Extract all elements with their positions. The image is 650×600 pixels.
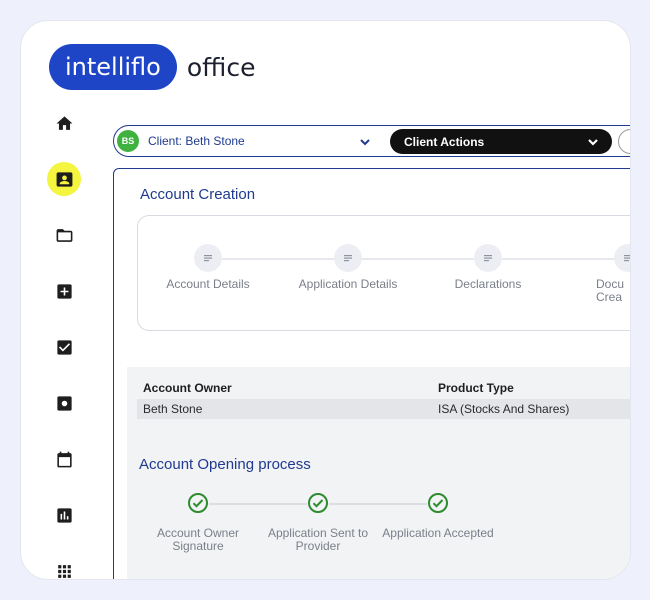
- lines-icon: [624, 255, 630, 262]
- nav-settings[interactable]: [47, 386, 81, 420]
- app-window: intelliflo office BS Client: Beth Stone …: [20, 20, 631, 580]
- logo-pill: intelliflo: [49, 44, 177, 90]
- step-connector: [222, 258, 334, 260]
- step-label: Docu Crea: [596, 277, 625, 304]
- nav-reports[interactable]: [47, 498, 81, 532]
- checkbox-icon: [56, 339, 72, 355]
- home-icon: [56, 115, 72, 130]
- chevron-down-icon: [360, 139, 370, 146]
- check-circle-icon: [307, 492, 329, 514]
- app-logo: intelliflo office: [49, 44, 255, 90]
- process-step-label: Account Owner Signature: [156, 526, 240, 553]
- client-selector-bar: BS Client: Beth Stone Client Actions: [113, 125, 630, 157]
- bar-chart-icon: [56, 507, 72, 523]
- logo-word: office: [186, 52, 256, 82]
- add-box-icon: [56, 283, 72, 299]
- column-header-owner: Account Owner: [143, 381, 232, 395]
- step-application-details[interactable]: [334, 244, 362, 272]
- contact-card-icon: [56, 171, 72, 187]
- step-declarations[interactable]: [474, 244, 502, 272]
- account-summary-area: Account Owner Product Type Beth Stone IS…: [127, 367, 630, 579]
- step-connector: [502, 258, 614, 260]
- check-circle-icon: [427, 492, 449, 514]
- client-dropdown-toggle[interactable]: [358, 135, 372, 149]
- lines-icon: [484, 255, 492, 262]
- calendar-icon: [56, 451, 72, 467]
- nav-tasks[interactable]: [47, 330, 81, 364]
- nav-contacts[interactable]: [47, 162, 81, 196]
- opening-process-title: Account Opening process: [139, 456, 311, 473]
- process-step-label: Application Accepted: [382, 526, 494, 540]
- process-connector: [329, 503, 427, 505]
- client-name[interactable]: Client: Beth Stone: [148, 134, 245, 148]
- lines-icon: [344, 255, 352, 262]
- nav-apps[interactable]: [47, 554, 81, 579]
- nav-home[interactable]: [47, 106, 81, 140]
- secondary-action-button[interactable]: [618, 129, 630, 154]
- client-actions-label: Client Actions: [404, 135, 485, 149]
- process-step-label: Application Sent to Provider: [267, 526, 369, 553]
- apps-grid-icon: [57, 564, 71, 578]
- step-label: Application Details: [298, 277, 398, 291]
- lines-icon: [204, 255, 212, 262]
- account-creation-steps: Account Details Application Details Decl…: [137, 215, 630, 331]
- step-label: Account Details: [166, 277, 250, 291]
- settings-box-icon: [56, 395, 72, 411]
- step-connector: [362, 258, 474, 260]
- nav-add[interactable]: [47, 274, 81, 308]
- check-circle-icon: [187, 492, 209, 514]
- column-header-product: Product Type: [438, 381, 514, 395]
- folder-icon: [56, 228, 72, 242]
- account-creation-panel: Account Creation Account Details Applica…: [113, 168, 630, 579]
- step-label: Declarations: [454, 277, 522, 291]
- process-connector: [209, 503, 307, 505]
- client-actions-button[interactable]: Client Actions: [390, 129, 612, 154]
- nav-calendar[interactable]: [47, 442, 81, 476]
- step-documents[interactable]: [614, 244, 630, 272]
- product-type-value: ISA (Stocks And Shares): [438, 402, 570, 416]
- account-creation-title: Account Creation: [140, 186, 256, 203]
- account-owner-value: Beth Stone: [143, 402, 203, 416]
- nav-documents[interactable]: [47, 218, 81, 252]
- step-account-details[interactable]: [194, 244, 222, 272]
- client-avatar: BS: [117, 130, 139, 152]
- chevron-down-icon: [586, 135, 600, 149]
